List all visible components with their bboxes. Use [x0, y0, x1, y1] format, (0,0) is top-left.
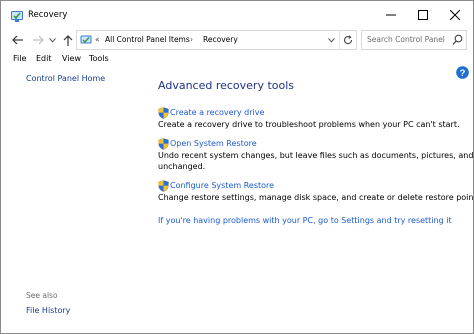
address-bar[interactable]: « All Control Panel Items › Recovery [76, 30, 357, 50]
back-arrow-icon [11, 35, 23, 45]
title-bar[interactable]: Recovery [1, 1, 473, 29]
back-button[interactable] [10, 32, 24, 48]
menu-edit[interactable]: Edit [36, 53, 52, 64]
search-icon[interactable] [452, 34, 463, 46]
navigation-bar: « All Control Panel Items › Recovery Sea… [1, 29, 473, 51]
maximize-icon [418, 10, 428, 20]
task-description: unchanged. [158, 162, 206, 171]
up-arrow-icon [63, 34, 73, 46]
refresh-icon [343, 35, 353, 45]
task-description: Undo recent system changes, but leave fi… [158, 151, 474, 160]
control-panel-home-link[interactable]: Control Panel Home [26, 74, 105, 84]
search-placeholder[interactable]: Search Control Panel [367, 35, 445, 45]
reset-pc-link[interactable]: If you're having problems with your PC, … [158, 216, 452, 226]
forward-button[interactable] [31, 32, 45, 48]
menu-file[interactable]: File [13, 53, 26, 64]
page-title: Advanced recovery tools [158, 79, 295, 92]
control-panel-icon [80, 35, 92, 44]
shield-icon [158, 138, 169, 150]
recent-locations-button[interactable] [47, 32, 57, 48]
address-history-button[interactable] [325, 33, 337, 47]
breadcrumb-overflow[interactable]: « [95, 34, 100, 45]
file-history-link[interactable]: File History [26, 306, 70, 316]
menu-bar: File Edit View Tools [1, 51, 473, 65]
recovery-icon [11, 11, 23, 22]
minimize-icon [386, 14, 396, 16]
shield-icon [158, 180, 169, 192]
task-description: Change restore settings, manage disk spa… [158, 193, 474, 202]
refresh-button[interactable] [339, 31, 356, 49]
maximize-button[interactable] [407, 1, 439, 29]
create-recovery-drive-link[interactable]: Create a recovery drive [170, 108, 264, 118]
minimize-button[interactable] [375, 1, 407, 29]
search-box[interactable]: Search Control Panel [361, 30, 467, 50]
close-icon [450, 10, 460, 20]
close-button[interactable] [439, 1, 471, 29]
task-description: Create a recovery drive to troubleshoot … [158, 120, 460, 129]
breadcrumb-separator[interactable]: › [190, 34, 193, 45]
help-icon[interactable]: ? [456, 66, 469, 79]
configure-system-restore-link[interactable]: Configure System Restore [170, 181, 274, 191]
forward-arrow-icon [32, 35, 44, 45]
window-title: Recovery [28, 10, 68, 20]
shield-icon [158, 107, 169, 119]
chevron-down-icon [327, 37, 335, 43]
open-system-restore-link[interactable]: Open System Restore [170, 139, 257, 149]
breadcrumb-all-control-panel-items[interactable]: All Control Panel Items [105, 34, 190, 45]
see-also-heading: See also [26, 291, 58, 300]
breadcrumb-recovery[interactable]: Recovery [203, 34, 238, 45]
up-button[interactable] [61, 32, 75, 48]
menu-view[interactable]: View [62, 53, 81, 64]
menu-tools[interactable]: Tools [89, 53, 109, 64]
recovery-window: Recovery « All Control Panel Items › Rec… [0, 0, 474, 334]
chevron-down-icon [48, 37, 56, 43]
svg-text:?: ? [460, 68, 466, 79]
